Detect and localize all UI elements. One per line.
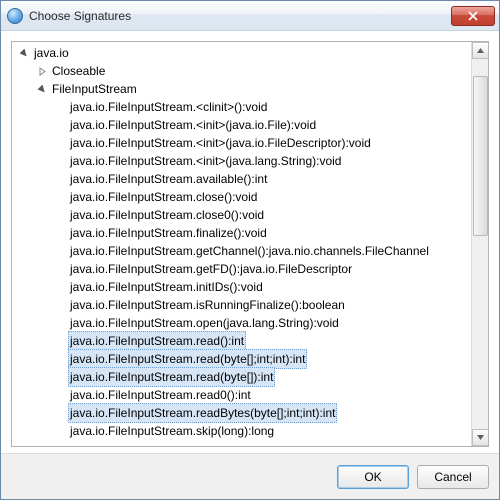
signature-label: java.io.FileInputStream.close0():void (68, 206, 266, 224)
expander-open-icon[interactable] (36, 83, 48, 95)
app-icon (7, 8, 23, 24)
signature-label: java.io.FileInputStream.read0():int (68, 386, 253, 404)
signature-label: java.io.FileInputStream.close():void (68, 188, 259, 206)
tree-node-label: java.io (32, 44, 71, 62)
signature-label: java.io.FileInputStream.<init>(java.io.F… (68, 116, 318, 134)
signature-label: java.io.FileInputStream.available():int (68, 170, 269, 188)
close-icon (468, 11, 478, 21)
signature-label: java.io.FileInputStream.<init>(java.io.F… (68, 134, 373, 152)
tree-leaf-signature[interactable]: java.io.FileInputStream.finalize():void (12, 224, 471, 242)
close-button[interactable] (451, 6, 495, 26)
scroll-up-button[interactable] (472, 42, 489, 59)
tree-node-label: FileInputStream (50, 80, 139, 98)
scrollbar-thumb[interactable] (473, 76, 488, 236)
vertical-scrollbar[interactable] (471, 42, 488, 446)
signature-label: java.io.FileInputStream.read(byte[];int;… (68, 349, 307, 369)
signature-label: java.io.FileInputStream.isRunningFinaliz… (68, 296, 347, 314)
tree-leaf-signature[interactable]: java.io.FileInputStream.isRunningFinaliz… (12, 296, 471, 314)
signature-label: java.io.FileInputStream.open(java.lang.S… (68, 314, 341, 332)
tree-node-child[interactable]: Closeable (12, 62, 471, 80)
tree-node-label: Closeable (50, 62, 107, 80)
signature-tree: java.io Closeable FileInputStream (11, 41, 489, 447)
scroll-down-button[interactable] (472, 429, 489, 446)
tree-leaf-signature[interactable]: java.io.FileInputStream.<init>(java.io.F… (12, 134, 471, 152)
tree-leaf-signature[interactable]: java.io.FileInputStream.getFD():java.io.… (12, 260, 471, 278)
expander-closed-icon[interactable] (36, 65, 48, 77)
tree-leaf-signature[interactable]: java.io.FileInputStream.available():int (12, 170, 471, 188)
signature-label: java.io.FileInputStream.read():int (68, 331, 246, 351)
tree-leaf-signature[interactable]: java.io.FileInputStream.initIDs():void (12, 278, 471, 296)
signature-label: java.io.FileInputStream.finalize():void (68, 224, 269, 242)
cancel-button[interactable]: Cancel (417, 465, 489, 489)
tree-leaf-signature[interactable]: java.io.FileInputStream.<init>(java.io.F… (12, 116, 471, 134)
tree-leaf-signature[interactable]: java.io.FileInputStream.<clinit>():void (12, 98, 471, 116)
dialog-window: Choose Signatures java.io (0, 0, 500, 500)
signature-label: java.io.FileInputStream.skip(long):long (68, 422, 276, 440)
tree-viewport: java.io Closeable FileInputStream (12, 42, 471, 446)
tree-leaf-signature[interactable]: java.io.FileInputStream.readBytes(byte[]… (12, 404, 471, 422)
ok-button[interactable]: OK (337, 465, 409, 489)
expander-open-icon[interactable] (18, 47, 30, 59)
tree-leaf-signature[interactable]: java.io.FileInputStream.read(byte[];int;… (12, 350, 471, 368)
signature-label: java.io.FileInputStream.initIDs():void (68, 278, 265, 296)
tree-leaf-signature[interactable]: java.io.FileInputStream.skip(long):long (12, 422, 471, 440)
tree-leaf-signature[interactable]: java.io.FileInputStream.read():int (12, 332, 471, 350)
tree-node-root[interactable]: java.io (12, 44, 471, 62)
signature-label: java.io.FileInputStream.<init>(java.lang… (68, 152, 343, 170)
tree-leaf-signature[interactable]: java.io.FileInputStream.open(java.lang.S… (12, 314, 471, 332)
signature-label: java.io.FileInputStream.read(byte[]):int (68, 367, 275, 387)
signature-label: java.io.FileInputStream.getChannel():jav… (68, 242, 431, 260)
tree-leaf-signature[interactable]: java.io.FileInputStream.close0():void (12, 206, 471, 224)
tree-leaf-signature[interactable]: java.io.FileInputStream.close():void (12, 188, 471, 206)
tree-leaf-signature[interactable]: java.io.FileInputStream.<init>(java.lang… (12, 152, 471, 170)
tree-leaf-signature[interactable]: java.io.FileInputStream.read(byte[]):int (12, 368, 471, 386)
tree-leaf-signature[interactable]: java.io.FileInputStream.getChannel():jav… (12, 242, 471, 260)
dialog-content: java.io Closeable FileInputStream (1, 31, 499, 453)
button-bar: OK Cancel (1, 453, 499, 499)
tree-node-child[interactable]: FileInputStream (12, 80, 471, 98)
title-bar[interactable]: Choose Signatures (1, 1, 499, 31)
signature-label: java.io.FileInputStream.<clinit>():void (68, 98, 269, 116)
signature-label: java.io.FileInputStream.getFD():java.io.… (68, 260, 354, 278)
signature-label: java.io.FileInputStream.readBytes(byte[]… (68, 403, 337, 423)
window-title: Choose Signatures (29, 9, 451, 23)
tree-leaf-signature[interactable]: java.io.FileInputStream.read0():int (12, 386, 471, 404)
